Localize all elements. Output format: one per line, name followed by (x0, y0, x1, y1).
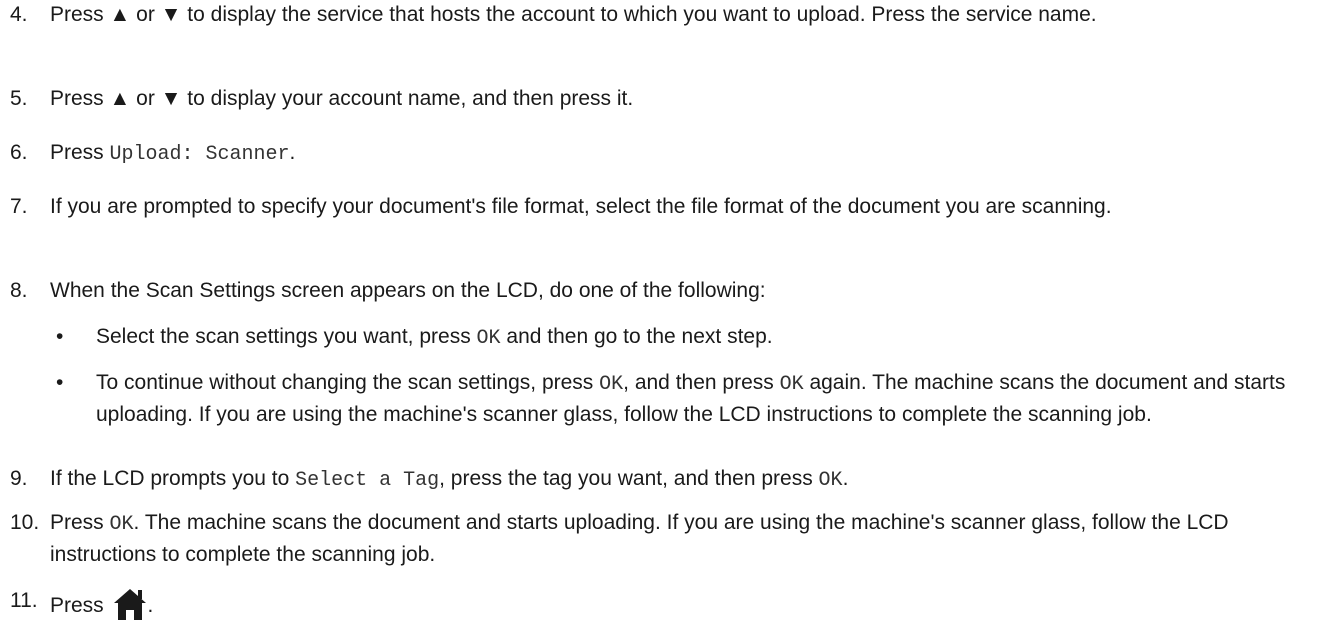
step-number: 5. (10, 87, 28, 110)
step-text: If you are prompted to specify your docu… (50, 195, 1112, 218)
bullet-text: To continue without changing the scan se… (96, 371, 1286, 426)
bullet-dot: • (56, 325, 64, 348)
step-text: Press . (50, 586, 1300, 622)
step-text: Press Upload: Scanner. (50, 141, 296, 166)
bullet-text: Select the scan settings you want, press… (96, 325, 773, 350)
step-number: 7. (10, 195, 28, 218)
lcd-option-ok: OK (818, 469, 843, 492)
step-number: 9. (10, 467, 28, 490)
step-number: 6. (10, 141, 28, 164)
step-text: When the Scan Settings screen appears on… (50, 279, 766, 302)
step-text: Press ▲ or ▼ to display the service that… (50, 3, 1097, 26)
step-text: Press OK. The machine scans the document… (50, 511, 1229, 566)
bullet-dot: • (56, 371, 64, 394)
lcd-option-ok: OK (476, 327, 501, 350)
step-text: If the LCD prompts you to Select a Tag, … (50, 467, 849, 492)
up-arrow-icon: ▲ (109, 87, 131, 110)
step-number: 8. (10, 279, 28, 302)
lcd-option-ok: OK (599, 373, 624, 396)
up-arrow-icon: ▲ (109, 3, 131, 26)
step-number: 4. (10, 3, 28, 26)
step-number: 10. (10, 511, 40, 534)
lcd-option-ok: OK (779, 373, 804, 396)
lcd-option-upload-scanner: Upload: Scanner (109, 143, 290, 166)
home-icon (111, 586, 148, 622)
lcd-option-select-a-tag: Select a Tag (295, 469, 440, 492)
lcd-option-ok: OK (109, 513, 134, 536)
step-text: Press ▲ or ▼ to display your account nam… (50, 87, 634, 110)
down-arrow-icon: ▼ (160, 3, 182, 26)
down-arrow-icon: ▼ (160, 87, 182, 110)
step-number: 11. (10, 589, 38, 612)
